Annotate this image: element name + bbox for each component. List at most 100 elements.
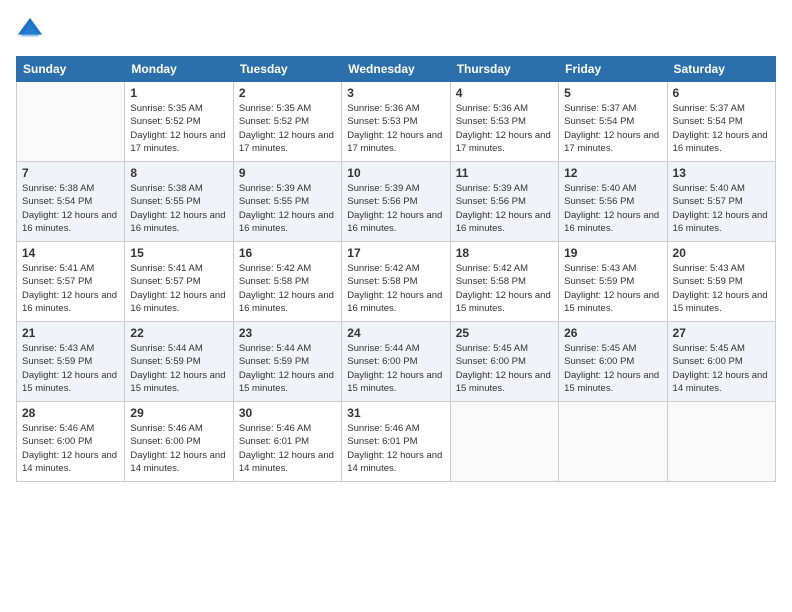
calendar-cell [17, 82, 125, 162]
day-info: Sunrise: 5:46 AM Sunset: 6:00 PM Dayligh… [22, 422, 119, 475]
day-number: 22 [130, 326, 227, 340]
day-info: Sunrise: 5:37 AM Sunset: 5:54 PM Dayligh… [673, 102, 770, 155]
day-number: 5 [564, 86, 661, 100]
day-number: 10 [347, 166, 444, 180]
day-number: 25 [456, 326, 553, 340]
calendar-cell: 31 Sunrise: 5:46 AM Sunset: 6:01 PM Dayli… [342, 402, 450, 482]
day-number: 30 [239, 406, 336, 420]
calendar-cell: 8 Sunrise: 5:38 AM Sunset: 5:55 PM Daylig… [125, 162, 233, 242]
day-number: 13 [673, 166, 770, 180]
calendar-cell: 17Sunrise: 5:42 AM Sunset: 5:58 PM Dayli… [342, 242, 450, 322]
day-info: Sunrise: 5:43 AM Sunset: 5:59 PM Dayligh… [22, 342, 119, 395]
calendar-cell: 22 Sunrise: 5:44 AM Sunset: 5:59 PM Dayli… [125, 322, 233, 402]
day-info: Sunrise: 5:46 AM Sunset: 6:01 PM Dayligh… [239, 422, 336, 475]
day-info: Sunrise: 5:37 AM Sunset: 5:54 PM Dayligh… [564, 102, 661, 155]
header-row: SundayMondayTuesdayWednesdayThursdayFrid… [17, 57, 776, 82]
calendar-cell: 25 Sunrise: 5:45 AM Sunset: 6:00 PM Dayli… [450, 322, 558, 402]
day-number: 23 [239, 326, 336, 340]
day-number: 19 [564, 246, 661, 260]
calendar-cell: 2 Sunrise: 5:35 AM Sunset: 5:52 PM Daylig… [233, 82, 341, 162]
day-info: Sunrise: 5:42 AM Sunset: 5:58 PM Dayligh… [456, 262, 553, 315]
day-number: 15 [130, 246, 227, 260]
calendar-cell: 10 Sunrise: 5:39 AM Sunset: 5:56 PM Dayli… [342, 162, 450, 242]
day-info: Sunrise: 5:45 AM Sunset: 6:00 PM Dayligh… [564, 342, 661, 395]
day-info: Sunrise: 5:44 AM Sunset: 6:00 PM Dayligh… [347, 342, 444, 395]
calendar-cell: 7 Sunrise: 5:38 AM Sunset: 5:54 PM Daylig… [17, 162, 125, 242]
calendar-cell [667, 402, 775, 482]
col-header-wednesday: Wednesday [342, 57, 450, 82]
week-row-4: 21 Sunrise: 5:43 AM Sunset: 5:59 PM Dayli… [17, 322, 776, 402]
day-number: 17 [347, 246, 444, 260]
day-info: Sunrise: 5:39 AM Sunset: 5:56 PM Dayligh… [347, 182, 444, 235]
day-info: Sunrise: 5:45 AM Sunset: 6:00 PM Dayligh… [456, 342, 553, 395]
day-info: Sunrise: 5:43 AM Sunset: 5:59 PM Dayligh… [564, 262, 661, 315]
calendar-cell: 15 Sunrise: 5:41 AM Sunset: 5:57 PM Dayli… [125, 242, 233, 322]
day-number: 16 [239, 246, 336, 260]
calendar-cell: 29 Sunrise: 5:46 AM Sunset: 6:00 PM Dayli… [125, 402, 233, 482]
calendar-cell: 4 Sunrise: 5:36 AM Sunset: 5:53 PM Daylig… [450, 82, 558, 162]
day-info: Sunrise: 5:35 AM Sunset: 5:52 PM Dayligh… [239, 102, 336, 155]
calendar-cell: 18 Sunrise: 5:42 AM Sunset: 5:58 PM Dayli… [450, 242, 558, 322]
day-info: Sunrise: 5:46 AM Sunset: 6:00 PM Dayligh… [130, 422, 227, 475]
week-row-5: 28 Sunrise: 5:46 AM Sunset: 6:00 PM Dayli… [17, 402, 776, 482]
week-row-1: 1 Sunrise: 5:35 AM Sunset: 5:52 PM Daylig… [17, 82, 776, 162]
day-info: Sunrise: 5:38 AM Sunset: 5:54 PM Dayligh… [22, 182, 119, 235]
day-number: 7 [22, 166, 119, 180]
day-info: Sunrise: 5:36 AM Sunset: 5:53 PM Dayligh… [347, 102, 444, 155]
day-number: 11 [456, 166, 553, 180]
week-row-3: 14Sunrise: 5:41 AM Sunset: 5:57 PM Dayli… [17, 242, 776, 322]
calendar-cell: 11 Sunrise: 5:39 AM Sunset: 5:56 PM Dayli… [450, 162, 558, 242]
day-number: 27 [673, 326, 770, 340]
calendar-cell: 20Sunrise: 5:43 AM Sunset: 5:59 PM Dayli… [667, 242, 775, 322]
col-header-saturday: Saturday [667, 57, 775, 82]
calendar-cell: 26 Sunrise: 5:45 AM Sunset: 6:00 PM Dayli… [559, 322, 667, 402]
calendar-cell [450, 402, 558, 482]
day-number: 9 [239, 166, 336, 180]
day-number: 21 [22, 326, 119, 340]
day-number: 24 [347, 326, 444, 340]
col-header-thursday: Thursday [450, 57, 558, 82]
col-header-tuesday: Tuesday [233, 57, 341, 82]
calendar-cell: 19 Sunrise: 5:43 AM Sunset: 5:59 PM Dayli… [559, 242, 667, 322]
day-number: 29 [130, 406, 227, 420]
calendar-cell: 9 Sunrise: 5:39 AM Sunset: 5:55 PM Daylig… [233, 162, 341, 242]
day-info: Sunrise: 5:39 AM Sunset: 5:55 PM Dayligh… [239, 182, 336, 235]
calendar-cell: 24 Sunrise: 5:44 AM Sunset: 6:00 PM Dayli… [342, 322, 450, 402]
calendar-cell: 12 Sunrise: 5:40 AM Sunset: 5:56 PM Dayli… [559, 162, 667, 242]
day-info: Sunrise: 5:45 AM Sunset: 6:00 PM Dayligh… [673, 342, 770, 395]
day-info: Sunrise: 5:44 AM Sunset: 5:59 PM Dayligh… [239, 342, 336, 395]
day-number: 8 [130, 166, 227, 180]
main-container: SundayMondayTuesdayWednesdayThursdayFrid… [0, 0, 792, 490]
day-number: 28 [22, 406, 119, 420]
day-info: Sunrise: 5:40 AM Sunset: 5:56 PM Dayligh… [564, 182, 661, 235]
calendar-cell: 3 Sunrise: 5:36 AM Sunset: 5:53 PM Daylig… [342, 82, 450, 162]
calendar-cell [559, 402, 667, 482]
day-info: Sunrise: 5:43 AM Sunset: 5:59 PM Dayligh… [673, 262, 770, 315]
logo [16, 16, 48, 44]
day-number: 18 [456, 246, 553, 260]
day-number: 1 [130, 86, 227, 100]
col-header-friday: Friday [559, 57, 667, 82]
col-header-sunday: Sunday [17, 57, 125, 82]
day-number: 26 [564, 326, 661, 340]
calendar-cell: 6 Sunrise: 5:37 AM Sunset: 5:54 PM Daylig… [667, 82, 775, 162]
calendar-table: SundayMondayTuesdayWednesdayThursdayFrid… [16, 56, 776, 482]
calendar-cell: 13Sunrise: 5:40 AM Sunset: 5:57 PM Dayli… [667, 162, 775, 242]
day-info: Sunrise: 5:44 AM Sunset: 5:59 PM Dayligh… [130, 342, 227, 395]
day-number: 3 [347, 86, 444, 100]
day-info: Sunrise: 5:41 AM Sunset: 5:57 PM Dayligh… [130, 262, 227, 315]
day-info: Sunrise: 5:35 AM Sunset: 5:52 PM Dayligh… [130, 102, 227, 155]
day-number: 12 [564, 166, 661, 180]
day-number: 31 [347, 406, 444, 420]
day-info: Sunrise: 5:36 AM Sunset: 5:53 PM Dayligh… [456, 102, 553, 155]
day-info: Sunrise: 5:39 AM Sunset: 5:56 PM Dayligh… [456, 182, 553, 235]
calendar-cell: 23 Sunrise: 5:44 AM Sunset: 5:59 PM Dayli… [233, 322, 341, 402]
calendar-cell: 16Sunrise: 5:42 AM Sunset: 5:58 PM Dayli… [233, 242, 341, 322]
day-number: 6 [673, 86, 770, 100]
calendar-cell: 1 Sunrise: 5:35 AM Sunset: 5:52 PM Daylig… [125, 82, 233, 162]
calendar-cell: 14Sunrise: 5:41 AM Sunset: 5:57 PM Dayli… [17, 242, 125, 322]
day-info: Sunrise: 5:38 AM Sunset: 5:55 PM Dayligh… [130, 182, 227, 235]
day-number: 2 [239, 86, 336, 100]
day-info: Sunrise: 5:46 AM Sunset: 6:01 PM Dayligh… [347, 422, 444, 475]
day-number: 4 [456, 86, 553, 100]
